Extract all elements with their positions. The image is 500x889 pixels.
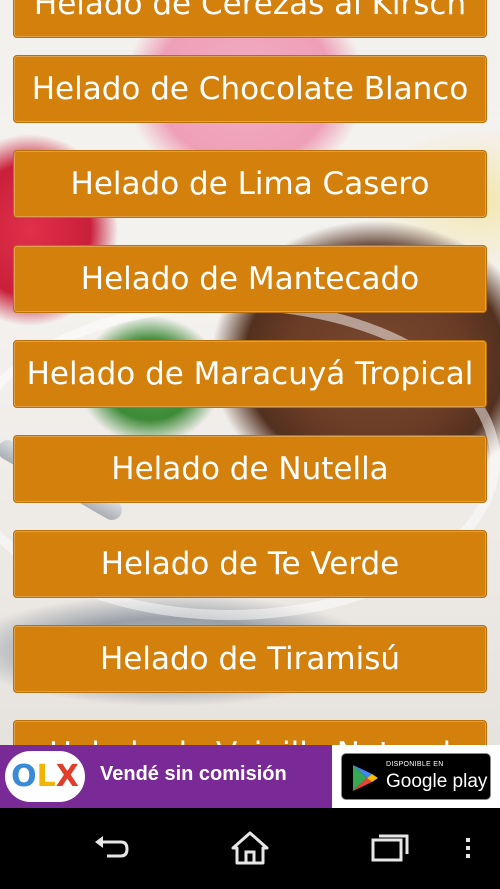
list-item[interactable]: Helado de Chocolate Blanco xyxy=(13,55,487,123)
list-item[interactable]: Helado de Tiramisú xyxy=(13,625,487,693)
list-item[interactable]: Helado de Lima Casero xyxy=(13,150,487,218)
list-item[interactable]: Helado de Cerezas al Kirsch xyxy=(13,0,487,38)
ad-banner[interactable]: OLX Vendé sin comisión DISPONIBLE EN Goo… xyxy=(0,745,500,808)
system-nav-bar xyxy=(0,808,500,889)
recent-apps-icon[interactable] xyxy=(370,830,410,866)
store-small-label: DISPONIBLE EN xyxy=(386,761,444,768)
home-icon[interactable] xyxy=(230,830,270,866)
store-big-label: Google play xyxy=(386,771,488,792)
olx-logo: OLX xyxy=(5,751,85,802)
list-item[interactable]: Helado de Mantecado xyxy=(13,245,487,313)
list-item[interactable]: Helado de Maracuyá Tropical xyxy=(13,340,487,408)
google-play-icon xyxy=(353,765,378,791)
list-item[interactable]: Helado de Vainilla Natural xyxy=(13,720,487,745)
menu-icon[interactable] xyxy=(458,830,478,866)
back-icon[interactable] xyxy=(91,830,131,866)
ad-text: Vendé sin comisión xyxy=(100,763,287,785)
list-item[interactable]: Helado de Te Verde xyxy=(13,530,487,598)
list-item[interactable]: Helado de Nutella xyxy=(13,435,487,503)
recipe-list[interactable]: Helado de Cerezas al Kirsch Helado de Ch… xyxy=(0,0,500,745)
google-play-badge[interactable]: DISPONIBLE EN Google play xyxy=(341,753,491,800)
